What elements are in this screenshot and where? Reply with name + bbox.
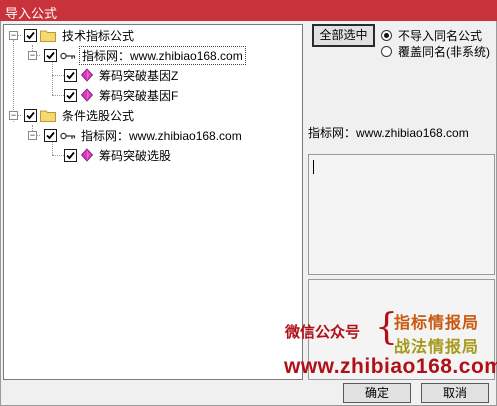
tree-node-source[interactable]: 指标网：www.zhibiao168.com [44,45,246,65]
collapse-toggle[interactable]: − [28,51,37,60]
collapse-toggle[interactable]: − [9,31,18,40]
watermark-line2: 战法情报局 [394,339,480,356]
key-icon [60,130,76,140]
formula-gem-icon [80,68,94,82]
source-info-label: 指标网：www.zhibiao168.com [308,126,469,140]
checkbox-checked[interactable] [44,128,57,142]
window-title: 导入公式 [0,0,497,21]
tree-node-source[interactable]: 指标网：www.zhibiao168.com [44,125,244,145]
cancel-button[interactable]: 取消 [421,383,489,403]
checkbox-checked[interactable] [64,148,77,162]
tree-node-label: 指标网：www.zhibiao168.com [81,128,242,143]
formula-tree[interactable]: − 技术指标公式 − 指标网：www.zhibiao168.com 筹码突破基因… [3,24,303,380]
tree-node-label: 筹码突破基因Z [99,68,179,83]
option-overwrite-same-name[interactable]: 覆盖同名(非系统) [381,43,490,60]
checkbox-checked[interactable] [64,88,77,102]
tree-line [52,95,64,96]
watermark-line1: 指标情报局 [394,315,480,332]
tree-node-formula[interactable]: 筹码突破基因Z [64,65,180,85]
tree-line [52,75,64,76]
tree-node-label: 筹码突破选股 [99,148,172,163]
formula-gem-icon [80,148,94,162]
tree-node-screening[interactable]: 条件选股公式 [24,105,136,125]
tree-node-formula[interactable]: 筹码突破选股 [64,145,173,165]
folder-icon [40,29,56,42]
option-skip-same-name[interactable]: 不导入同名公式 [381,27,482,44]
tree-node-label: 指标网：www.zhibiao168.com [79,45,246,65]
tree-node-label: 筹码突破基因F [99,88,179,103]
tree-node-label: 条件选股公式 [62,108,135,123]
key-icon [60,50,76,60]
tree-node-formula[interactable]: 筹码突破基因F [64,85,180,105]
tree-line [52,155,64,156]
checkbox-checked[interactable] [64,68,77,82]
ok-button[interactable]: 确定 [343,383,411,403]
text-caret [313,160,314,174]
tree-node-label: 技术指标公式 [62,28,135,43]
collapse-toggle[interactable]: − [28,131,37,140]
checkbox-checked[interactable] [24,28,37,42]
radio-unselected[interactable] [381,46,392,57]
checkbox-checked[interactable] [24,108,37,122]
radio-selected[interactable] [381,30,392,41]
option-label: 不导入同名公式 [398,29,483,43]
formula-gem-icon [80,88,94,102]
description-textarea[interactable] [308,154,495,275]
folder-icon [40,109,56,122]
checkbox-checked[interactable] [44,48,57,62]
collapse-toggle[interactable]: − [9,111,18,120]
watermark-wechat-label: 微信公众号 [285,324,361,341]
select-all-button[interactable]: 全部选中 [312,24,375,47]
option-label: 覆盖同名(非系统) [398,45,490,59]
tree-node-technical-indicators[interactable]: 技术指标公式 [24,25,136,45]
tree-line [52,60,53,95]
watermark-url: www.zhibiao168.com [284,355,497,378]
